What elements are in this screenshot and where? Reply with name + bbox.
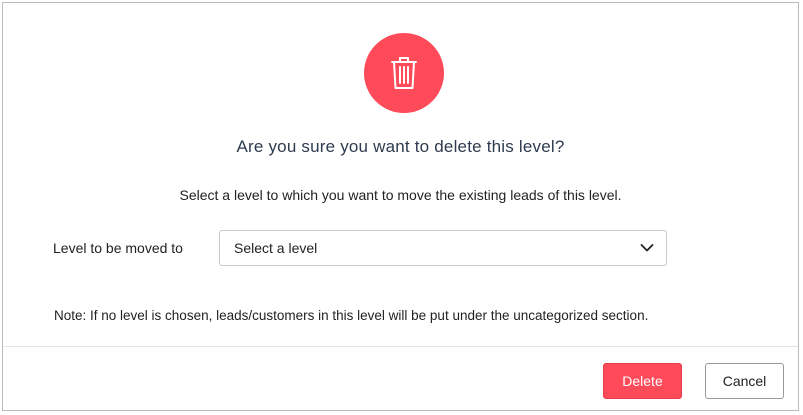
dialog-footer: Delete Cancel (3, 346, 798, 411)
chevron-down-icon (640, 244, 654, 252)
delete-icon-badge (364, 33, 444, 113)
uncategorized-note: Note: If no level is chosen, leads/custo… (54, 308, 649, 323)
delete-button[interactable]: Delete (603, 363, 682, 399)
level-field-label: Level to be moved to (53, 240, 183, 256)
cancel-button[interactable]: Cancel (705, 363, 784, 399)
dialog-subtitle: Select a level to which you want to move… (179, 187, 622, 203)
dialog-title: Are you sure you want to delete this lev… (236, 137, 565, 156)
delete-level-dialog: Are you sure you want to delete this lev… (2, 2, 799, 411)
trash-icon (391, 57, 417, 89)
level-select-value: Select a level (234, 240, 318, 256)
level-select[interactable]: Select a level (219, 230, 667, 266)
